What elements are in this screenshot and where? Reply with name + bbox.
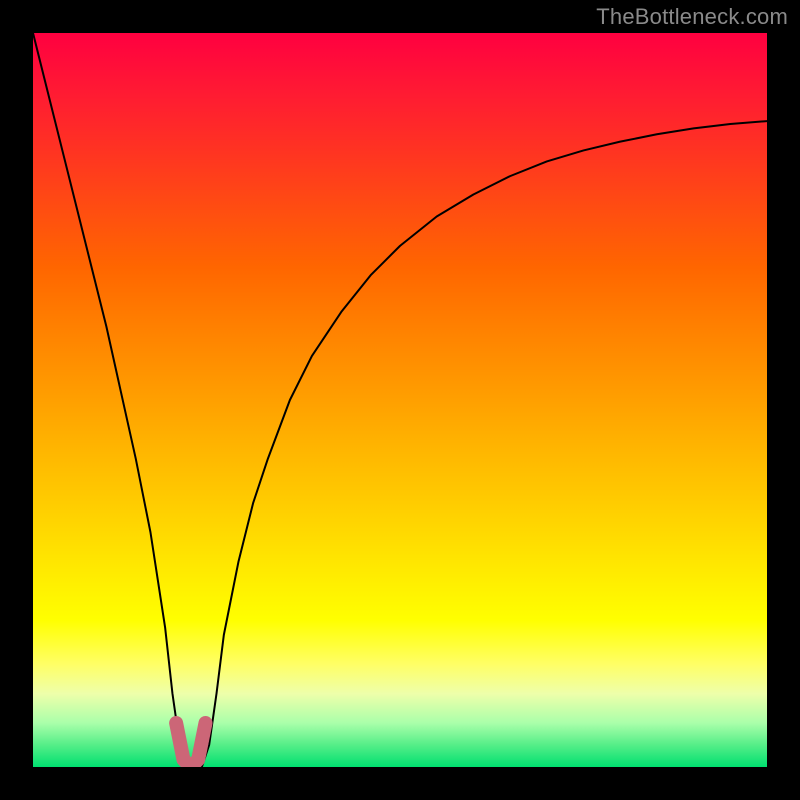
chart-frame: TheBottleneck.com: [0, 0, 800, 800]
series-highlight-valley: [176, 723, 205, 767]
plot-area: [33, 33, 767, 767]
series-bottleneck-curve: [33, 33, 767, 767]
watermark-text: TheBottleneck.com: [596, 4, 788, 30]
curve-svg: [33, 33, 767, 767]
